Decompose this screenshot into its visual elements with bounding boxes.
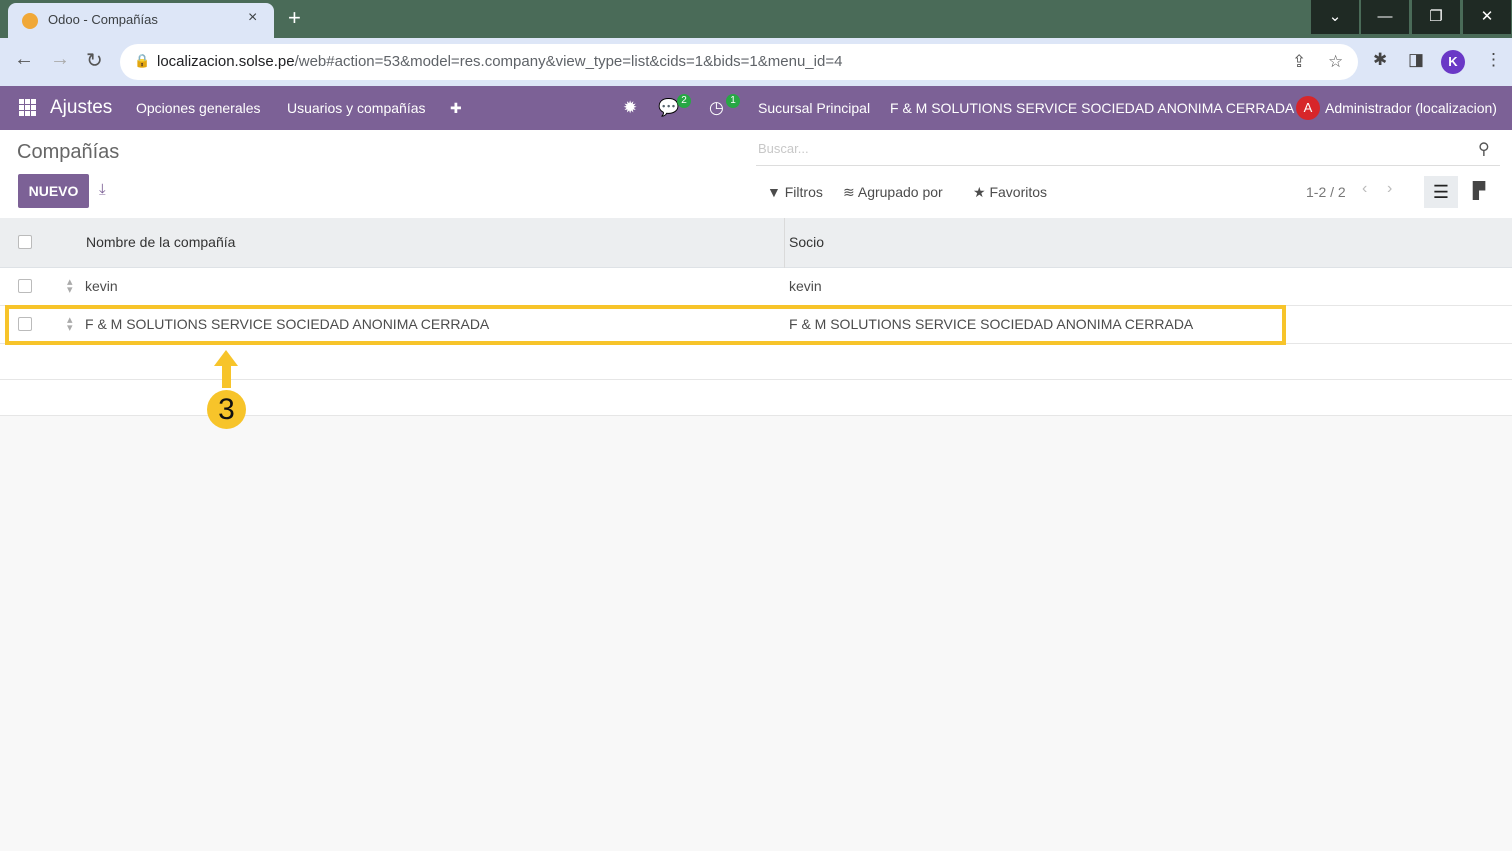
apps-menu-icon[interactable] [19,99,36,116]
new-tab-button[interactable]: + [288,5,301,31]
pager-value[interactable]: 1-2 / 2 [1306,184,1346,200]
browser-tab-bar: Odoo - Compañías × + ⌄ — ❐ ✕ [0,0,1512,38]
activities-badge: 1 [726,94,740,108]
kanban-view-button[interactable]: ▛ [1462,176,1496,208]
column-divider[interactable] [784,218,785,268]
pager-next-icon[interactable]: › [1387,180,1392,198]
profile-avatar[interactable]: K [1441,50,1465,74]
step-number-marker: 3 [207,390,246,429]
filter-icon: ▼ [767,184,781,200]
page-title: Compañías [17,141,120,163]
odoo-navbar: Ajustes Opciones generales Usuarios y co… [0,86,1512,130]
column-header-partner[interactable]: Socio [789,234,824,250]
partner-cell: kevin [789,278,822,294]
kanban-icon: ▛ [1472,183,1486,200]
url-text[interactable]: localizacion.solse.pe/web#action=53&mode… [157,53,842,70]
reload-icon[interactable]: ↻ [86,48,103,73]
search-icon[interactable]: ⚲ [1478,139,1490,159]
forward-icon[interactable]: → [50,48,70,71]
user-avatar[interactable]: A [1296,96,1320,120]
select-all-checkbox[interactable] [18,235,32,249]
branch-switcher[interactable]: Sucursal Principal [758,100,870,116]
row-checkbox[interactable] [18,279,32,293]
new-button[interactable]: NUEVO [18,174,89,208]
column-header-name[interactable]: Nombre de la compañía [86,234,235,250]
restore-icon[interactable]: ❐ [1412,0,1460,34]
control-panel: Compañías ⚲ NUEVO ⤓ ▼ Filtros ≋ Agrupado… [0,130,1512,218]
close-window-icon[interactable]: ✕ [1463,0,1511,34]
download-icon[interactable]: ⤓ [99,181,106,198]
table-header: Nombre de la compañía Socio [0,218,1512,268]
company-switcher[interactable]: F & M SOLUTIONS SERVICE SOCIEDAD ANONIMA… [890,100,1294,116]
table-row[interactable]: ▴ ▾ kevin kevin [0,268,1512,306]
search-input[interactable] [758,141,1458,156]
add-menu-icon[interactable]: ✚ [450,100,462,117]
list-view-button[interactable]: ☰ [1424,176,1458,208]
odoo-favicon-icon [22,13,38,29]
tab-close-icon[interactable]: × [248,9,257,27]
bookmark-star-icon[interactable]: ☆ [1328,52,1343,72]
browser-toolbar: ← → ↻ 🔒 localizacion.solse.pe/web#action… [0,38,1512,86]
share-icon[interactable]: ⇪ [1292,52,1306,72]
menu-usuarios-companias[interactable]: Usuarios y compañías [287,100,426,116]
activities-clock-icon[interactable]: ◷ [709,98,724,118]
browser-tab[interactable]: Odoo - Compañías × [8,3,274,38]
highlight-box [5,305,1286,345]
star-icon: ★ [973,184,986,200]
layers-icon: ≋ [843,184,855,200]
drag-handle-icon[interactable]: ▴ ▾ [67,277,73,296]
address-bar[interactable]: 🔒 localizacion.solse.pe/web#action=53&mo… [120,44,1358,80]
user-menu[interactable]: Administrador (localizacion) [1325,100,1497,116]
pager-previous-icon[interactable]: ‹ [1362,180,1367,198]
search-bar: ⚲ [756,138,1500,166]
messages-icon[interactable]: 💬 [658,98,679,118]
messages-badge: 2 [677,94,691,108]
pointer-arrow-shaft [222,364,231,388]
lock-icon: 🔒 [134,53,151,68]
side-panel-icon[interactable]: ◨ [1408,50,1424,70]
filters-button[interactable]: ▼ Filtros [767,184,823,200]
tab-search-icon[interactable]: ⌄ [1311,0,1359,34]
tab-title: Odoo - Compañías [48,12,158,27]
debug-bug-icon[interactable]: ✹ [623,98,637,118]
browser-menu-icon[interactable]: ⋮ [1485,50,1502,70]
favorites-button[interactable]: ★ Favoritos [973,184,1047,201]
list-icon: ☰ [1432,182,1450,202]
app-name[interactable]: Ajustes [50,97,112,119]
extensions-icon[interactable]: ✱ [1373,50,1387,70]
minimize-icon[interactable]: — [1361,0,1409,34]
company-name-cell: kevin [85,278,118,294]
group-by-button[interactable]: ≋ Agrupado por [843,184,943,201]
menu-opciones-generales[interactable]: Opciones generales [136,100,261,116]
back-icon[interactable]: ← [14,48,34,71]
